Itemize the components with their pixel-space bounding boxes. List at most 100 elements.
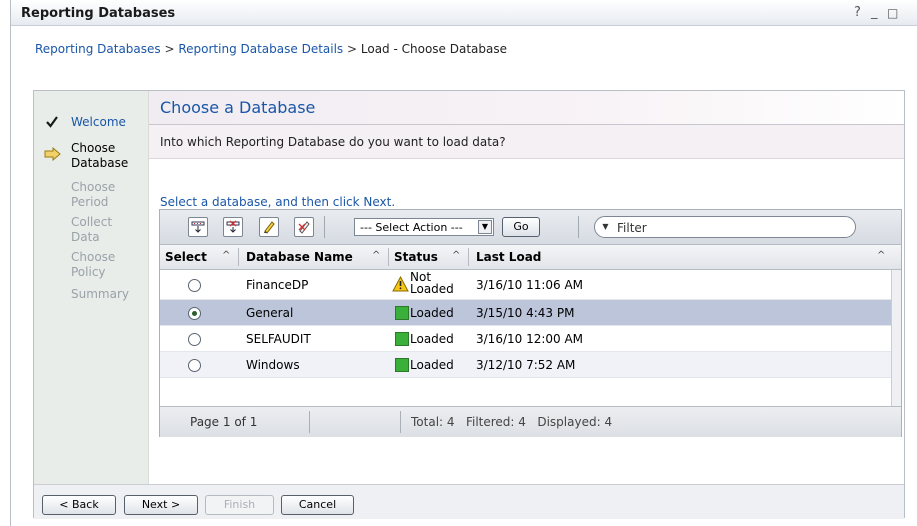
step-label-line2: Policy xyxy=(71,265,106,279)
row-radio[interactable] xyxy=(188,359,201,372)
step-welcome[interactable]: Welcome xyxy=(34,113,148,131)
back-button[interactable]: < Back xyxy=(42,495,116,515)
footer-divider xyxy=(309,411,310,433)
select-all-icon[interactable] xyxy=(188,217,208,237)
status-text-line2: Loaded xyxy=(410,282,454,296)
portlet-title: Reporting Databases xyxy=(21,6,176,21)
sort-icon[interactable]: ^ xyxy=(452,250,460,261)
select-action-value: --- Select Action --- xyxy=(360,221,463,234)
filter-input[interactable]: ▼ Filter xyxy=(594,216,856,238)
step-label-line1: Choose xyxy=(71,180,116,194)
portlet-titlebar: Reporting Databases ? _ □ xyxy=(11,0,917,26)
table-row[interactable]: SELFAUDIT Loaded 3/16/10 12:00 AM xyxy=(160,326,893,352)
last-load: 3/16/10 12:00 AM xyxy=(476,332,584,346)
step-label-line2: Period xyxy=(71,195,109,209)
step-label-line2: Database xyxy=(71,156,129,170)
row-radio[interactable] xyxy=(188,279,201,292)
step-collect-data: Collect Data xyxy=(34,215,148,247)
status-text: Loaded xyxy=(410,332,454,346)
footer-divider xyxy=(400,411,401,433)
column-header-status[interactable]: Status xyxy=(394,250,438,264)
question-text: Into which Reporting Database do you wan… xyxy=(160,135,506,149)
wizard-content: Choose a Database Into which Reporting D… xyxy=(149,91,904,484)
column-header-database-name[interactable]: Database Name xyxy=(246,250,353,264)
help-icon[interactable]: ? xyxy=(854,5,861,20)
cancel-button[interactable]: Cancel xyxy=(281,495,354,515)
table-header: Select ^ Database Name ^ Status ^ Last L… xyxy=(160,245,901,270)
row-radio[interactable] xyxy=(188,307,201,320)
wizard-button-bar: < Back Next > Finish Cancel xyxy=(34,484,904,519)
database-name: Windows xyxy=(246,358,300,372)
sort-icon[interactable]: ^ xyxy=(877,250,885,261)
table-toolbar: --- Select Action --- ▼ Go ▼ Filter xyxy=(160,210,901,245)
status-text: Loaded xyxy=(410,358,454,372)
step-label-line1: Collect xyxy=(71,215,113,229)
column-header-last-load[interactable]: Last Load xyxy=(476,250,541,264)
page-indicator: Page 1 of 1 xyxy=(190,415,258,429)
table-body: FinanceDP Not Loaded 3/16/10 11:06 AM Ge… xyxy=(160,270,893,405)
deselect-all-icon[interactable] xyxy=(223,217,243,237)
table-row[interactable]: Windows Loaded 3/12/10 7:52 AM xyxy=(160,352,893,378)
database-name: SELFAUDIT xyxy=(246,332,311,346)
loaded-status-icon xyxy=(395,332,409,346)
last-load: 3/15/10 4:43 PM xyxy=(476,306,575,320)
step-label: Summary xyxy=(71,287,129,301)
table-totals: Total: 4 Filtered: 4 Displayed: 4 xyxy=(411,415,613,429)
table-footer: Page 1 of 1 Total: 4 Filtered: 4 Display… xyxy=(160,406,901,437)
breadcrumb-separator: > xyxy=(343,42,361,56)
last-load: 3/16/10 11:06 AM xyxy=(476,278,584,292)
breadcrumb-separator: > xyxy=(160,42,179,56)
breadcrumb: Reporting Databases > Reporting Database… xyxy=(35,42,507,56)
database-name: General xyxy=(246,306,294,320)
portlet: Reporting Databases ? _ □ Reporting Data… xyxy=(10,0,917,526)
warning-icon xyxy=(392,275,409,295)
step-choose-database[interactable]: Choose Database xyxy=(34,141,148,173)
content-header: Choose a Database xyxy=(149,91,904,125)
instruction-text: Select a database, and then click Next. xyxy=(160,195,396,209)
go-button[interactable]: Go xyxy=(502,217,540,237)
database-name: FinanceDP xyxy=(246,278,309,292)
loaded-status-icon xyxy=(395,358,409,372)
filter-placeholder: Filter xyxy=(617,221,647,235)
breadcrumb-reporting-databases[interactable]: Reporting Databases xyxy=(35,42,161,56)
row-radio[interactable] xyxy=(188,333,201,346)
wizard: Welcome Choose Database Choose Period Co… xyxy=(33,90,905,519)
table-row[interactable]: FinanceDP Not Loaded 3/16/10 11:06 AM xyxy=(160,270,893,300)
sort-icon[interactable]: ^ xyxy=(222,250,230,261)
table-scrollbar[interactable] xyxy=(891,270,901,406)
checkmark-icon xyxy=(44,115,60,133)
column-separator xyxy=(388,248,389,266)
loaded-status-icon xyxy=(395,306,409,320)
last-load: 3/12/10 7:52 AM xyxy=(476,358,576,372)
database-table: --- Select Action --- ▼ Go ▼ Filter Sele… xyxy=(159,209,902,437)
edit-icon[interactable] xyxy=(259,217,279,237)
toolbar-divider xyxy=(578,216,579,238)
minimize-icon[interactable]: _ xyxy=(871,5,878,20)
chevron-down-icon: ▼ xyxy=(478,220,492,234)
next-button[interactable]: Next > xyxy=(124,495,198,515)
column-header-select[interactable]: Select xyxy=(165,250,207,264)
clear-edit-icon[interactable] xyxy=(294,217,314,237)
select-action-dropdown[interactable]: --- Select Action --- ▼ xyxy=(354,218,494,236)
breadcrumb-current: Load - Choose Database xyxy=(360,42,507,56)
table-row[interactable]: General Loaded 3/15/10 4:43 PM xyxy=(160,300,893,326)
step-label: Welcome xyxy=(71,115,126,129)
column-separator xyxy=(468,248,469,266)
page-title: Choose a Database xyxy=(160,98,316,117)
step-choose-period: Choose Period xyxy=(34,180,148,212)
step-label-line2: Data xyxy=(71,230,100,244)
step-choose-policy: Choose Policy xyxy=(34,250,148,282)
arrow-right-icon xyxy=(44,146,61,165)
step-label-line1: Choose xyxy=(71,250,116,264)
sort-icon[interactable]: ^ xyxy=(372,250,380,261)
question-bar: Into which Reporting Database do you wan… xyxy=(149,125,904,159)
column-separator xyxy=(238,248,239,266)
filter-dropdown-icon[interactable]: ▼ xyxy=(599,221,612,233)
step-label-line1: Choose xyxy=(71,141,116,155)
step-summary: Summary xyxy=(34,287,148,303)
wizard-steps: Welcome Choose Database Choose Period Co… xyxy=(34,91,149,484)
breadcrumb-database-details[interactable]: Reporting Database Details xyxy=(178,42,343,56)
maximize-icon[interactable]: □ xyxy=(887,6,898,20)
toolbar-divider xyxy=(324,216,325,238)
status-text: Loaded xyxy=(410,306,454,320)
